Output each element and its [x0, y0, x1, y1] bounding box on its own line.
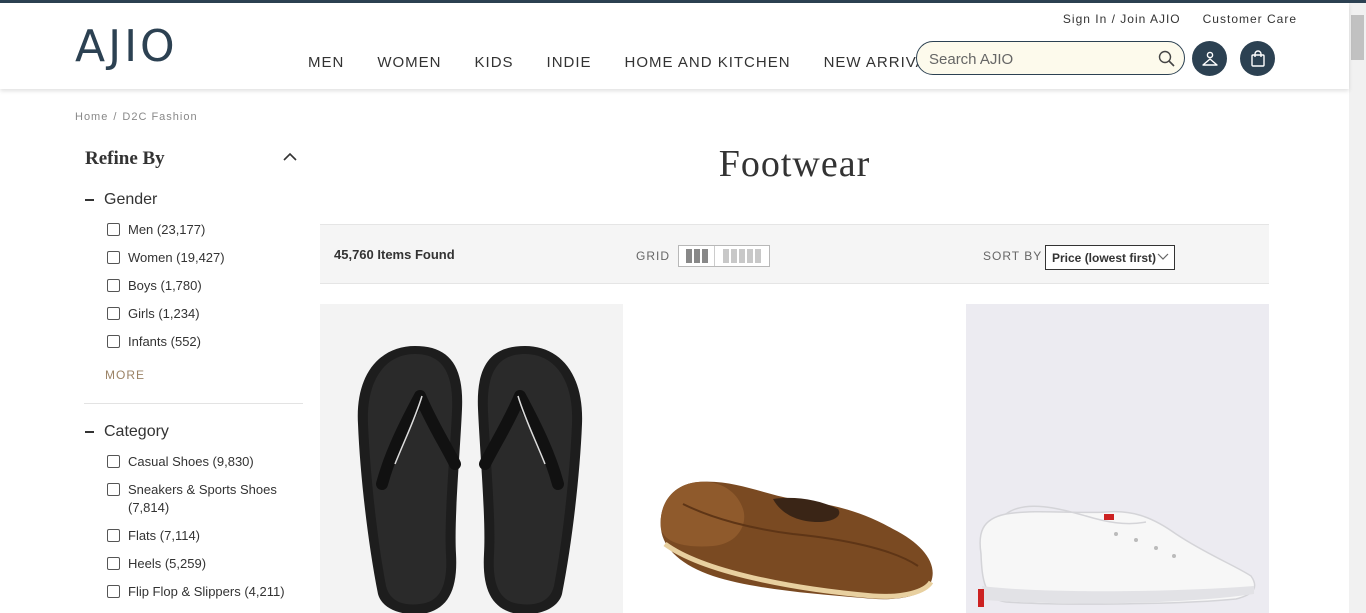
option-label: Women (19,427)	[128, 250, 225, 265]
checkbox[interactable]	[107, 529, 120, 542]
checkbox[interactable]	[107, 251, 120, 264]
nav-men[interactable]: MEN	[308, 54, 344, 71]
option-label: Sneakers & Sports Shoes (7,814)	[128, 482, 277, 515]
filter-option[interactable]: Flats (7,114)	[107, 527, 288, 545]
product-card[interactable]	[320, 304, 623, 613]
filter-option[interactable]: Sneakers & Sports Shoes (7,814)	[107, 481, 278, 517]
filter-option[interactable]: Casual Shoes (9,830)	[107, 453, 288, 471]
facet-divider	[84, 403, 303, 404]
filter-option[interactable]: Women (19,427)	[107, 249, 288, 267]
nav-kids[interactable]: KIDS	[475, 54, 514, 71]
option-label: Girls (1,234)	[128, 306, 200, 321]
search-input[interactable]	[929, 49, 1154, 69]
option-label: Men (23,177)	[128, 222, 206, 237]
filter-sidebar: Refine By Gender Men (23,177) Women (19,…	[84, 148, 303, 599]
breadcrumb-current[interactable]: D2C Fashion	[122, 111, 197, 123]
customer-care-link[interactable]: Customer Care	[1203, 12, 1297, 26]
scrollbar-thumb[interactable]	[1351, 15, 1364, 60]
bag-icon	[1250, 50, 1265, 67]
sort-by-label: SORT BY	[983, 249, 1043, 263]
option-label: Flats (7,114)	[128, 528, 201, 543]
site-header: AJIO Sign In / Join AJIO Customer Care M…	[0, 3, 1349, 89]
nav-indie[interactable]: INDIE	[547, 54, 592, 71]
facet-gender-title[interactable]: Gender	[85, 189, 303, 211]
header-top-links: Sign In / Join AJIO Customer Care	[1063, 12, 1297, 26]
checkbox[interactable]	[107, 557, 120, 570]
cart-button[interactable]	[1240, 41, 1275, 76]
facet-category-label: Category	[104, 423, 169, 440]
sort-select[interactable]: Price (lowest first)	[1045, 245, 1175, 270]
page-scrollbar[interactable]	[1349, 3, 1366, 613]
grid-5-columns-button[interactable]	[715, 246, 769, 266]
chevron-up-icon[interactable]	[283, 152, 297, 162]
checkbox[interactable]	[107, 455, 120, 468]
account-button[interactable]	[1192, 41, 1227, 76]
sign-in-link[interactable]: Sign In / Join AJIO	[1063, 12, 1181, 26]
main-nav: MEN WOMEN KIDS INDIE HOME AND KITCHEN NE…	[308, 54, 980, 71]
option-label: Boys (1,780)	[128, 278, 202, 293]
breadcrumb-home[interactable]: Home	[75, 111, 108, 123]
sort-selected-value: Price (lowest first)	[1052, 251, 1157, 265]
filter-option[interactable]: Boys (1,780)	[107, 277, 288, 295]
search-box	[916, 41, 1185, 75]
option-label: Infants (552)	[128, 334, 201, 349]
option-label: Flip Flop & Slippers (4,211)	[128, 584, 285, 599]
grid-3-columns-button[interactable]	[679, 246, 715, 266]
listing-toolbar: 45,760 Items Found GRID SORT BY Price (l…	[320, 224, 1269, 284]
filter-option[interactable]: Infants (552)	[107, 333, 288, 351]
white-sneaker-image	[966, 304, 1269, 613]
collapse-icon	[85, 431, 94, 433]
nav-women[interactable]: WOMEN	[377, 54, 441, 71]
black-flip-flops-image	[320, 304, 623, 613]
option-label: Heels (5,259)	[128, 556, 207, 571]
chevron-down-icon	[1157, 253, 1169, 260]
grid-label: GRID	[636, 249, 670, 263]
filter-option[interactable]: Heels (5,259)	[107, 555, 288, 573]
page-title: Footwear	[718, 143, 871, 185]
facet-gender-label: Gender	[104, 191, 158, 208]
checkbox[interactable]	[107, 585, 120, 598]
checkbox[interactable]	[107, 223, 120, 236]
filter-option[interactable]: Flip Flop & Slippers (4,211)	[107, 583, 288, 601]
grid-view-selector	[678, 245, 770, 267]
checkbox[interactable]	[107, 307, 120, 320]
option-label: Casual Shoes (9,830)	[128, 454, 254, 469]
refine-by-title: Refine By	[85, 148, 165, 169]
ajio-logo[interactable]: AJIO	[75, 23, 178, 71]
breadcrumb: Home / D2C Fashion	[75, 111, 198, 123]
refine-by-header[interactable]: Refine By	[85, 148, 303, 174]
items-found-count: 45,760 Items Found	[334, 247, 455, 262]
filter-option[interactable]: Girls (1,234)	[107, 305, 288, 323]
product-card[interactable]	[643, 304, 946, 613]
product-card[interactable]	[966, 304, 1269, 613]
checkbox[interactable]	[107, 335, 120, 348]
user-icon	[1201, 51, 1218, 66]
breadcrumb-separator: /	[113, 111, 118, 123]
facet-category-title[interactable]: Category	[85, 421, 303, 443]
filter-option[interactable]: Men (23,177)	[107, 221, 288, 239]
search-icon[interactable]	[1158, 50, 1175, 67]
checkbox[interactable]	[107, 483, 120, 496]
checkbox[interactable]	[107, 279, 120, 292]
nav-home-and-kitchen[interactable]: HOME AND KITCHEN	[625, 54, 791, 71]
gender-more-link[interactable]: MORE	[105, 368, 145, 382]
collapse-icon	[85, 199, 94, 201]
brown-leather-loafer-image	[643, 304, 946, 613]
